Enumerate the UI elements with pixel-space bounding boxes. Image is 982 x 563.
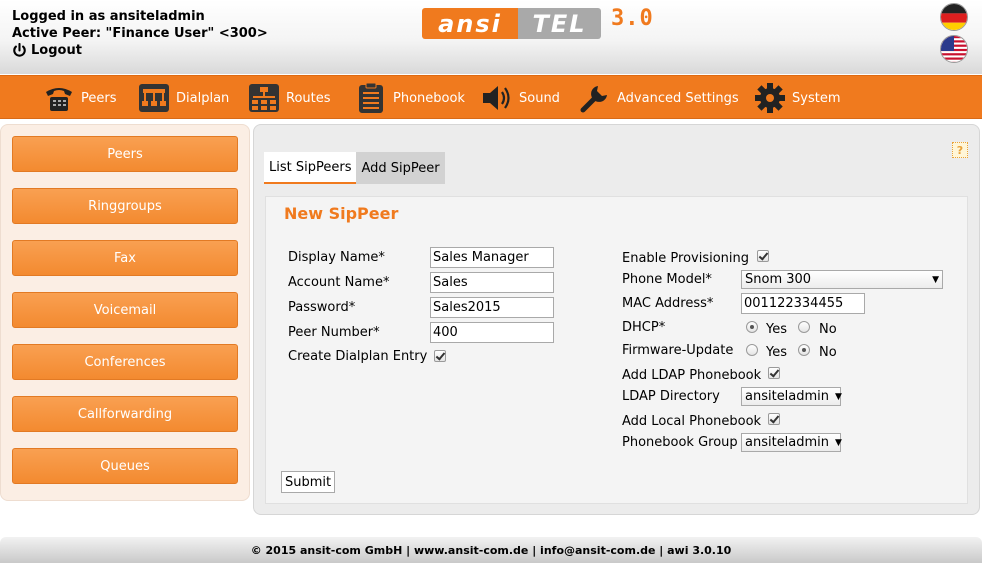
add-ldap-phonebook-label: Add LDAP Phonebook xyxy=(622,368,762,383)
power-icon xyxy=(13,43,26,57)
nav-item-system[interactable]: System xyxy=(753,80,840,116)
dhcp-yes-radio[interactable] xyxy=(746,321,758,333)
nav-label-advanced-settings: Advanced Settings xyxy=(617,90,739,106)
nav-label-phonebook: Phonebook xyxy=(393,90,465,106)
sidebar-item-fax[interactable]: Fax xyxy=(12,240,238,276)
firmware-yes-radio[interactable] xyxy=(746,344,758,356)
sidebar-item-queues[interactable]: Queues xyxy=(12,448,238,484)
nav-label-routes: Routes xyxy=(286,90,331,106)
dhcp-yes-label: Yes xyxy=(766,322,787,337)
phonebook-group-value: ansiteladmin xyxy=(745,435,830,450)
create-dialplan-label: Create Dialplan Entry xyxy=(288,349,428,364)
sidebar-item-conferences[interactable]: Conferences xyxy=(12,344,238,380)
phone-model-label: Phone Model* xyxy=(622,272,712,287)
enable-provisioning-label: Enable Provisioning xyxy=(622,251,750,266)
account-name-label: Account Name* xyxy=(288,275,390,290)
nav-label-sound: Sound xyxy=(519,90,560,106)
routes-icon xyxy=(247,81,281,115)
submit-button[interactable]: Submit xyxy=(281,471,336,493)
chevron-down-icon: ▼ xyxy=(835,437,842,448)
dialplan-icon xyxy=(137,81,171,115)
nav-item-routes[interactable]: Routes xyxy=(247,80,331,116)
phone-model-value: Snom 300 xyxy=(745,272,812,287)
nav-item-peers[interactable]: Peers xyxy=(42,80,117,116)
header: Logged in as ansiteladmin Active Peer: "… xyxy=(0,0,982,74)
ansitel-logo: ansi TEL 3.0 xyxy=(422,6,654,40)
help-icon[interactable]: ? xyxy=(952,142,968,158)
nav-item-sound[interactable]: Sound xyxy=(480,80,560,116)
phonebook-group-label: Phonebook Group xyxy=(622,435,738,450)
logo-version-text: 3.0 xyxy=(611,6,654,31)
account-name-input[interactable] xyxy=(430,272,554,293)
firmware-update-label: Firmware-Update xyxy=(622,343,734,358)
phonebook-group-select[interactable]: ansiteladmin ▼ xyxy=(741,433,842,452)
nav-label-peers: Peers xyxy=(81,90,117,106)
enable-provisioning-checkbox[interactable] xyxy=(757,250,769,262)
main-nav: Peers Dialplan Routes Phonebook Sound Ad… xyxy=(0,75,982,119)
form-title: New SipPeer xyxy=(284,204,399,223)
firmware-no-label: No xyxy=(819,345,837,360)
chevron-down-icon: ▼ xyxy=(835,391,842,402)
logo-tel-text: TEL xyxy=(518,8,601,39)
main-content: ? List SipPeers Add SipPeer New SipPeer … xyxy=(253,124,980,515)
mac-address-label: MAC Address* xyxy=(622,296,714,311)
dhcp-no-radio[interactable] xyxy=(798,321,810,333)
ldap-directory-value: ansiteladmin xyxy=(745,389,830,404)
logged-in-text: Logged in as ansiteladmin xyxy=(12,9,205,24)
tab-list-sippeers[interactable]: List SipPeers xyxy=(264,152,357,184)
footer-text: © 2015 ansit-com GmbH | www.ansit-com.de… xyxy=(250,543,732,557)
peer-number-label: Peer Number* xyxy=(288,325,380,340)
speaker-icon xyxy=(480,81,514,115)
sidebar-item-voicemail[interactable]: Voicemail xyxy=(12,292,238,328)
us-flag-icon[interactable] xyxy=(940,35,968,63)
logout-link[interactable]: Logout xyxy=(12,42,268,59)
german-flag-icon[interactable] xyxy=(940,3,968,31)
sidebar-item-callforwarding[interactable]: Callforwarding xyxy=(12,396,238,432)
add-ldap-phonebook-checkbox[interactable] xyxy=(768,367,780,379)
active-peer-text: Active Peer: "Finance User" <300> xyxy=(12,26,268,41)
chevron-down-icon: ▼ xyxy=(932,274,939,285)
sidebar: Peers Ringgroups Fax Voicemail Conferenc… xyxy=(0,124,250,501)
telephone-icon xyxy=(42,81,76,115)
firmware-no-radio[interactable] xyxy=(798,344,810,356)
logo-ansi-text: ansi xyxy=(422,8,518,39)
nav-item-advanced-settings[interactable]: Advanced Settings xyxy=(578,80,739,116)
nav-label-system: System xyxy=(792,90,841,106)
dhcp-no-label: No xyxy=(819,322,837,337)
sidebar-item-peers[interactable]: Peers xyxy=(12,136,238,172)
nav-label-dialplan: Dialplan xyxy=(176,90,230,106)
nav-item-phonebook[interactable]: Phonebook xyxy=(354,80,465,116)
sidebar-item-ringgroups[interactable]: Ringgroups xyxy=(12,188,238,224)
peer-number-input[interactable] xyxy=(430,322,554,343)
gear-icon xyxy=(753,81,787,115)
logout-label: Logout xyxy=(31,43,82,58)
password-label: Password* xyxy=(288,300,356,315)
user-info: Logged in as ansiteladmin Active Peer: "… xyxy=(12,8,268,59)
ldap-directory-select[interactable]: ansiteladmin ▼ xyxy=(741,387,842,406)
display-name-input[interactable] xyxy=(430,247,554,268)
tab-bar: List SipPeers Add SipPeer xyxy=(264,152,445,184)
wrench-icon xyxy=(578,81,612,115)
firmware-yes-label: Yes xyxy=(766,345,787,360)
mac-address-input[interactable] xyxy=(741,293,865,314)
phone-model-select[interactable]: Snom 300 ▼ xyxy=(741,270,943,289)
new-sippeer-form: New SipPeer Display Name* Account Name* … xyxy=(265,196,968,504)
add-local-phonebook-checkbox[interactable] xyxy=(768,413,780,425)
dhcp-label: DHCP* xyxy=(622,320,666,335)
phonebook-icon xyxy=(354,81,388,115)
add-local-phonebook-label: Add Local Phonebook xyxy=(622,414,762,429)
display-name-label: Display Name* xyxy=(288,250,385,265)
nav-item-dialplan[interactable]: Dialplan xyxy=(137,80,229,116)
ldap-directory-label: LDAP Directory xyxy=(622,389,720,404)
create-dialplan-checkbox[interactable] xyxy=(434,350,446,362)
tab-add-sippeer[interactable]: Add SipPeer xyxy=(356,152,445,184)
footer: © 2015 ansit-com GmbH | www.ansit-com.de… xyxy=(0,537,982,563)
password-input[interactable] xyxy=(430,297,554,318)
